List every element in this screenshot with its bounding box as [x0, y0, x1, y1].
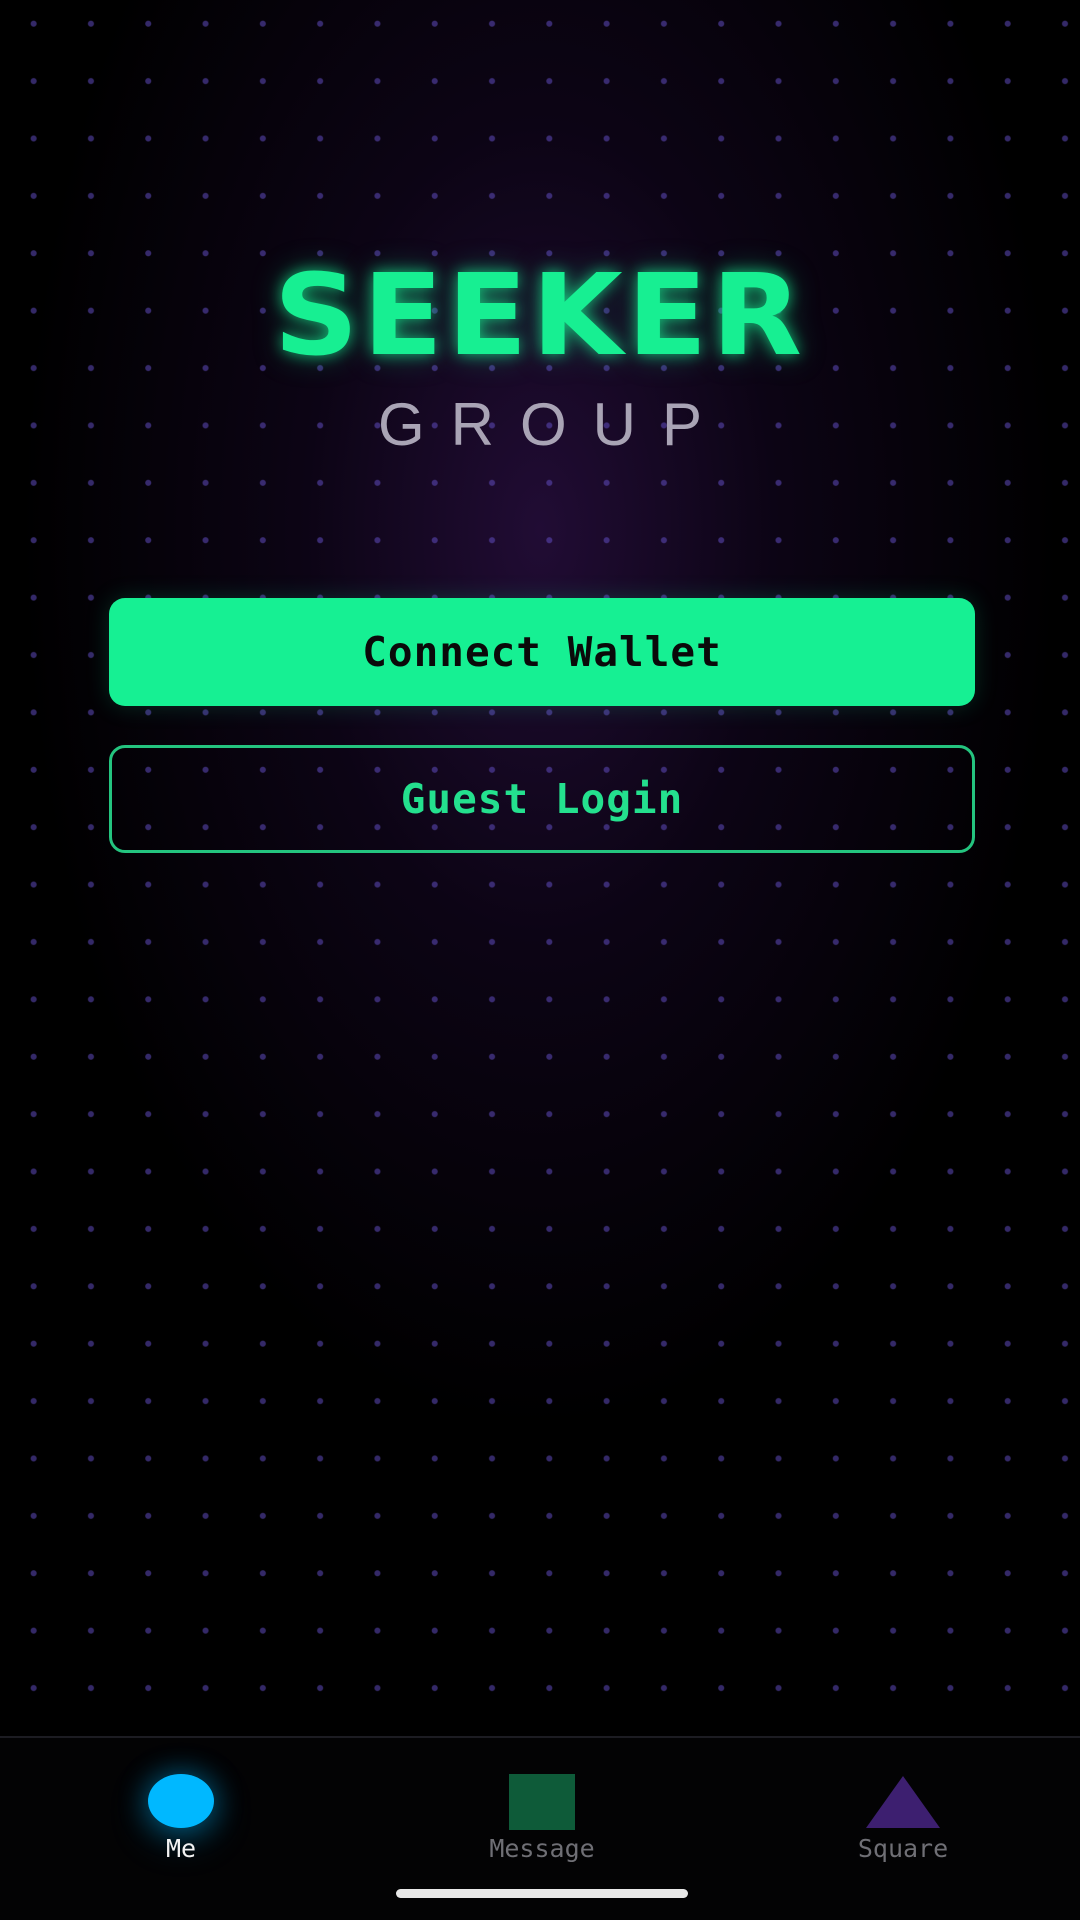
tab-square[interactable]: Square: [793, 1738, 1013, 1878]
tab-me[interactable]: Me: [71, 1738, 291, 1878]
tab-message[interactable]: Message: [432, 1738, 652, 1878]
square-icon: [509, 1774, 575, 1830]
tab-square-label: Square: [857, 1834, 949, 1863]
tab-me-label: Me: [165, 1834, 197, 1863]
tab-message-label: Message: [489, 1834, 595, 1863]
guest-login-button[interactable]: Guest Login: [109, 745, 975, 853]
connect-wallet-label: Connect Wallet: [362, 628, 722, 676]
triangle-icon: [866, 1776, 940, 1828]
connect-wallet-button[interactable]: Connect Wallet: [109, 598, 975, 706]
guest-login-label: Guest Login: [400, 775, 684, 823]
app-title: SEEKER: [273, 251, 807, 381]
login-screen: SEEKER GROUP Connect Wallet Guest Login …: [0, 0, 1080, 1920]
home-indicator[interactable]: [396, 1889, 688, 1898]
app-subtitle: GROUP: [377, 391, 729, 458]
circle-icon: [148, 1774, 214, 1828]
